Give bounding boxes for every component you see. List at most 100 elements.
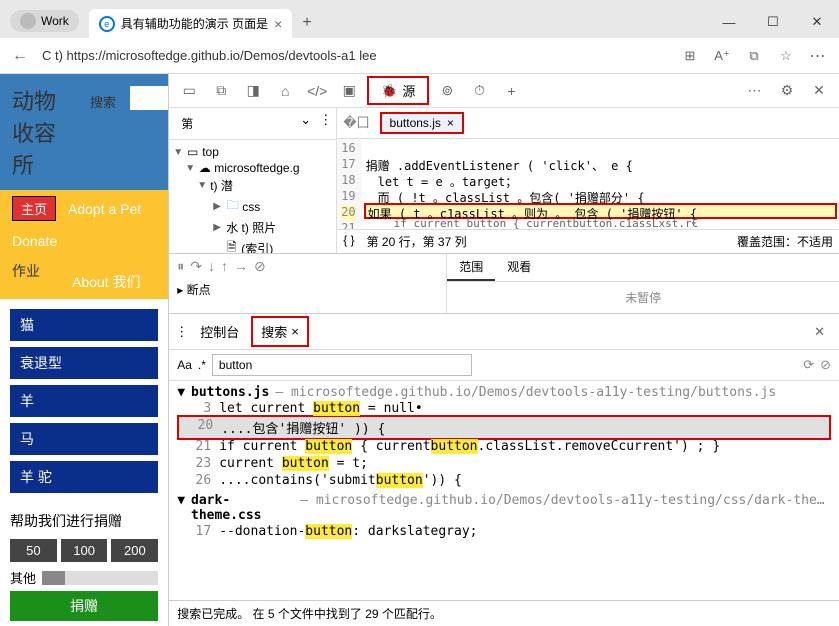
close-code-tab[interactable]: × [447, 116, 454, 130]
breakpoints-section[interactable]: ▸ 断点 [177, 281, 438, 298]
bug-icon: 🐞 [381, 83, 397, 99]
download-icon[interactable] [645, 43, 671, 69]
addr-icon-1[interactable]: ⊞ [677, 43, 703, 69]
collections-icon[interactable]: ⧉ [741, 43, 767, 69]
other-slider[interactable] [42, 571, 158, 585]
animal-row[interactable]: 羊 驼 [10, 461, 158, 493]
regex-toggle[interactable]: .* [198, 358, 206, 372]
result-file[interactable]: ▼buttons.js— microsoftedge.github.io/Dem… [177, 385, 831, 400]
cursor-pos: 第 20 行，第 37 列 [367, 233, 467, 250]
tree-photos[interactable]: ▶水 t) 照片 [173, 218, 332, 237]
chevron-down-icon[interactable]: ⌄ [300, 112, 311, 135]
donate-button[interactable]: 捐赠 [10, 591, 158, 621]
minimize-icon[interactable]: — [707, 6, 751, 38]
navigator-pane: 第⌄⋮ ▼▭top ▼☁microsoftedge.g ▼t) 潜 ▶🗀css … [169, 108, 337, 253]
tree-index[interactable]: 🗎(索引) [173, 237, 332, 253]
nav-home[interactable]: 主页 [12, 196, 56, 221]
webpage-pane: 动物收容所 搜索 主页 Adopt a Pet Donate 作业 About … [0, 74, 168, 626]
step-icon[interactable]: → [234, 258, 248, 275]
result-line[interactable]: 21if current button { currentbutton.clas… [177, 438, 831, 455]
donate-heading: 帮助我们进行捐赠 [10, 511, 158, 531]
step-over-icon[interactable]: ↷ [190, 258, 202, 275]
result-line[interactable]: 26....contains('submitbutton')) { [177, 472, 831, 489]
animal-row[interactable]: 衰退型 [10, 347, 158, 379]
maximize-icon[interactable]: ☐ [751, 6, 795, 38]
search-input[interactable] [130, 86, 168, 110]
favorite-icon[interactable]: ☆ [773, 43, 799, 69]
donate-200[interactable]: 200 [111, 539, 158, 562]
deactivate-bp-icon[interactable]: ⊘ [254, 258, 266, 275]
result-line[interactable]: 20....包含'捐赠按钮' )) { [177, 415, 831, 440]
profile-pill[interactable]: Work [10, 10, 79, 32]
nav-donate[interactable]: Donate [12, 233, 57, 249]
devtools-pane: ▭ ⧉ ◨ ⌂ </> ▣ 🐞源 ⊚ ⏱ + ⋯ ⚙ ✕ 第⌄⋮ ▼▭top ▼… [168, 74, 839, 626]
donate-100[interactable]: 100 [61, 539, 108, 562]
site-title: 动物收容所 [12, 84, 60, 180]
code-lines[interactable]: 捐赠 .addEventListener ( 'click'、 e { let … [362, 139, 839, 229]
close-icon[interactable]: ✕ [795, 6, 839, 38]
network-icon[interactable]: ⊚ [433, 79, 461, 103]
back-icon[interactable]: ← [8, 47, 32, 65]
result-file[interactable]: ▼dark-theme.css— microsoftedge.github.io… [177, 493, 831, 523]
tree-top[interactable]: ▼▭top [173, 144, 332, 160]
panel-icon[interactable]: ◨ [239, 79, 267, 103]
welcome-icon[interactable]: ⌂ [271, 79, 299, 103]
search-results: ▼buttons.js— microsoftedge.github.io/Dem… [169, 381, 839, 600]
drawer-close-icon[interactable]: ✕ [806, 324, 833, 340]
result-line[interactable]: 17--donation-button: darkslategray; [177, 523, 831, 540]
step-out-icon[interactable]: ↑ [221, 258, 228, 275]
close-tab-icon[interactable]: × [274, 16, 282, 32]
tree-folder[interactable]: ▼t) 潜 [173, 176, 332, 195]
dt-more-icon[interactable]: ⋯ [741, 79, 769, 103]
tree-css[interactable]: ▶🗀css [173, 195, 332, 218]
code-tab-menu[interactable]: �囗 [343, 112, 369, 134]
browser-tab[interactable]: e 具有辅助功能的演示 页面是 × [89, 9, 293, 38]
code-tab-buttons[interactable]: buttons.js× [380, 112, 464, 134]
debugger-controls: ⏸ ↷ ↓ ↑ → ⊘ [177, 258, 438, 275]
sources-tab[interactable]: 🐞源 [367, 76, 429, 105]
nav-about[interactable]: About 我们 [72, 272, 140, 292]
step-into-icon[interactable]: ↓ [208, 258, 215, 275]
drawer-tabs: ⋮ 控制台 搜索× ✕ [169, 314, 839, 350]
not-paused-label: 未暂停 [447, 282, 839, 313]
clear-icon[interactable]: ⊘ [820, 357, 831, 373]
nav-adopt[interactable]: Adopt a Pet [68, 201, 141, 217]
code-status: { } 第 20 行，第 37 列 覆盖范围：不适用 [337, 229, 839, 253]
page-header: 动物收容所 搜索 [0, 74, 168, 190]
pause-icon[interactable]: ⏸ [177, 258, 184, 275]
console-tab[interactable]: 控制台 [192, 318, 247, 345]
inspect-icon[interactable]: ▭ [175, 79, 203, 103]
other-label: 其他 [10, 568, 36, 587]
address-bar: ← C t) https://microsoftedge.github.io/D… [0, 38, 839, 74]
animal-row[interactable]: 猫 [10, 309, 158, 341]
format-icon[interactable]: { } [343, 233, 354, 250]
more-icon[interactable]: ⋯ [805, 43, 831, 69]
console-icon[interactable]: ▣ [335, 79, 363, 103]
device-icon[interactable]: ⧉ [207, 79, 235, 103]
sources-label: 源 [402, 81, 415, 100]
refresh-icon[interactable]: ⟳ [803, 357, 814, 373]
search-tab[interactable]: 搜索× [251, 316, 309, 347]
animal-row[interactable]: 羊 [10, 385, 158, 417]
new-tab-button[interactable]: + [292, 8, 321, 38]
search-field[interactable] [212, 354, 472, 376]
animal-row[interactable]: 马 [10, 423, 158, 455]
dt-close-icon[interactable]: ✕ [805, 79, 833, 103]
donate-50[interactable]: 50 [10, 539, 57, 562]
reader-icon[interactable]: A⁺ [709, 43, 735, 69]
add-tab-icon[interactable]: + [497, 79, 525, 103]
drawer-menu-icon[interactable]: ⋮ [175, 324, 188, 340]
perf-icon[interactable]: ⏱ [465, 79, 493, 103]
nav-tab[interactable]: 第 [173, 112, 201, 135]
tree-domain[interactable]: ▼☁microsoftedge.g [173, 160, 332, 176]
result-line[interactable]: 23current button = t; [177, 455, 831, 472]
url-text[interactable]: C t) https://microsoftedge.github.io/Dem… [42, 48, 635, 63]
scope-tab[interactable]: 范围 [447, 254, 495, 281]
dt-settings-icon[interactable]: ⚙ [773, 79, 801, 103]
close-search-tab[interactable]: × [291, 324, 299, 339]
case-toggle[interactable]: Aa [177, 358, 192, 372]
watch-tab[interactable]: 观看 [495, 254, 543, 281]
nav-more-icon[interactable]: ⋮ [319, 112, 332, 135]
search-footer: 搜索已完成。 在 5 个文件中找到了 29 个匹配行。 [169, 600, 839, 626]
elements-icon[interactable]: </> [303, 79, 331, 103]
